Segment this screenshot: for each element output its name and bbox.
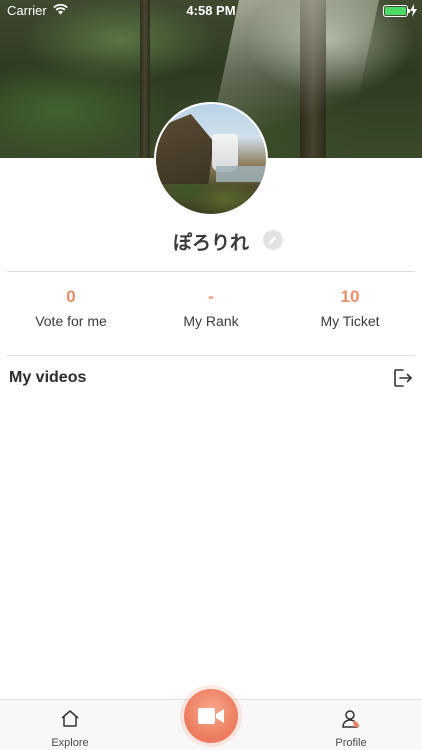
profile-stats: 0 Vote for me - My Rank 10 My Ticket: [0, 286, 422, 340]
charging-bolt-icon: [410, 4, 417, 17]
video-camera-icon: [198, 708, 224, 724]
stat-label: My Ticket: [320, 313, 380, 329]
stat-value: -: [208, 287, 214, 306]
pencil-icon: [269, 236, 277, 244]
stat-value: 0: [66, 287, 76, 306]
stat-my-rank[interactable]: - My Rank: [141, 286, 281, 329]
stat-my-ticket[interactable]: 10 My Ticket: [280, 286, 420, 329]
edit-name-button[interactable]: [263, 230, 283, 250]
banner-tree-trunk: [140, 0, 150, 158]
tab-explore[interactable]: Explore: [25, 700, 115, 750]
home-icon: [61, 710, 79, 727]
tab-profile[interactable]: Profile: [306, 700, 396, 750]
stat-label: My Rank: [183, 313, 239, 329]
record-video-button[interactable]: [184, 689, 238, 743]
divider: [7, 271, 415, 272]
tab-label: Explore: [51, 737, 89, 749]
profile-name: ぽろりれ: [172, 232, 249, 254]
divider: [7, 355, 415, 356]
stat-label: Vote for me: [35, 313, 107, 329]
profile-avatar[interactable]: [154, 102, 268, 216]
my-videos-title: My videos: [9, 369, 87, 386]
status-bar: Carrier 4:58 PM: [0, 0, 422, 22]
logout-icon[interactable]: [392, 367, 414, 389]
avatar-rock: [156, 114, 214, 184]
status-time: 4:58 PM: [186, 3, 236, 18]
battery-icon: [383, 5, 410, 17]
profile-name-row: ぽろりれ: [0, 228, 422, 254]
stat-value: 10: [340, 287, 360, 306]
tab-label: Profile: [335, 737, 367, 749]
stat-vote-for-me[interactable]: 0 Vote for me: [1, 286, 141, 329]
avatar-water: [216, 166, 266, 182]
profile-person-icon: [342, 710, 359, 728]
